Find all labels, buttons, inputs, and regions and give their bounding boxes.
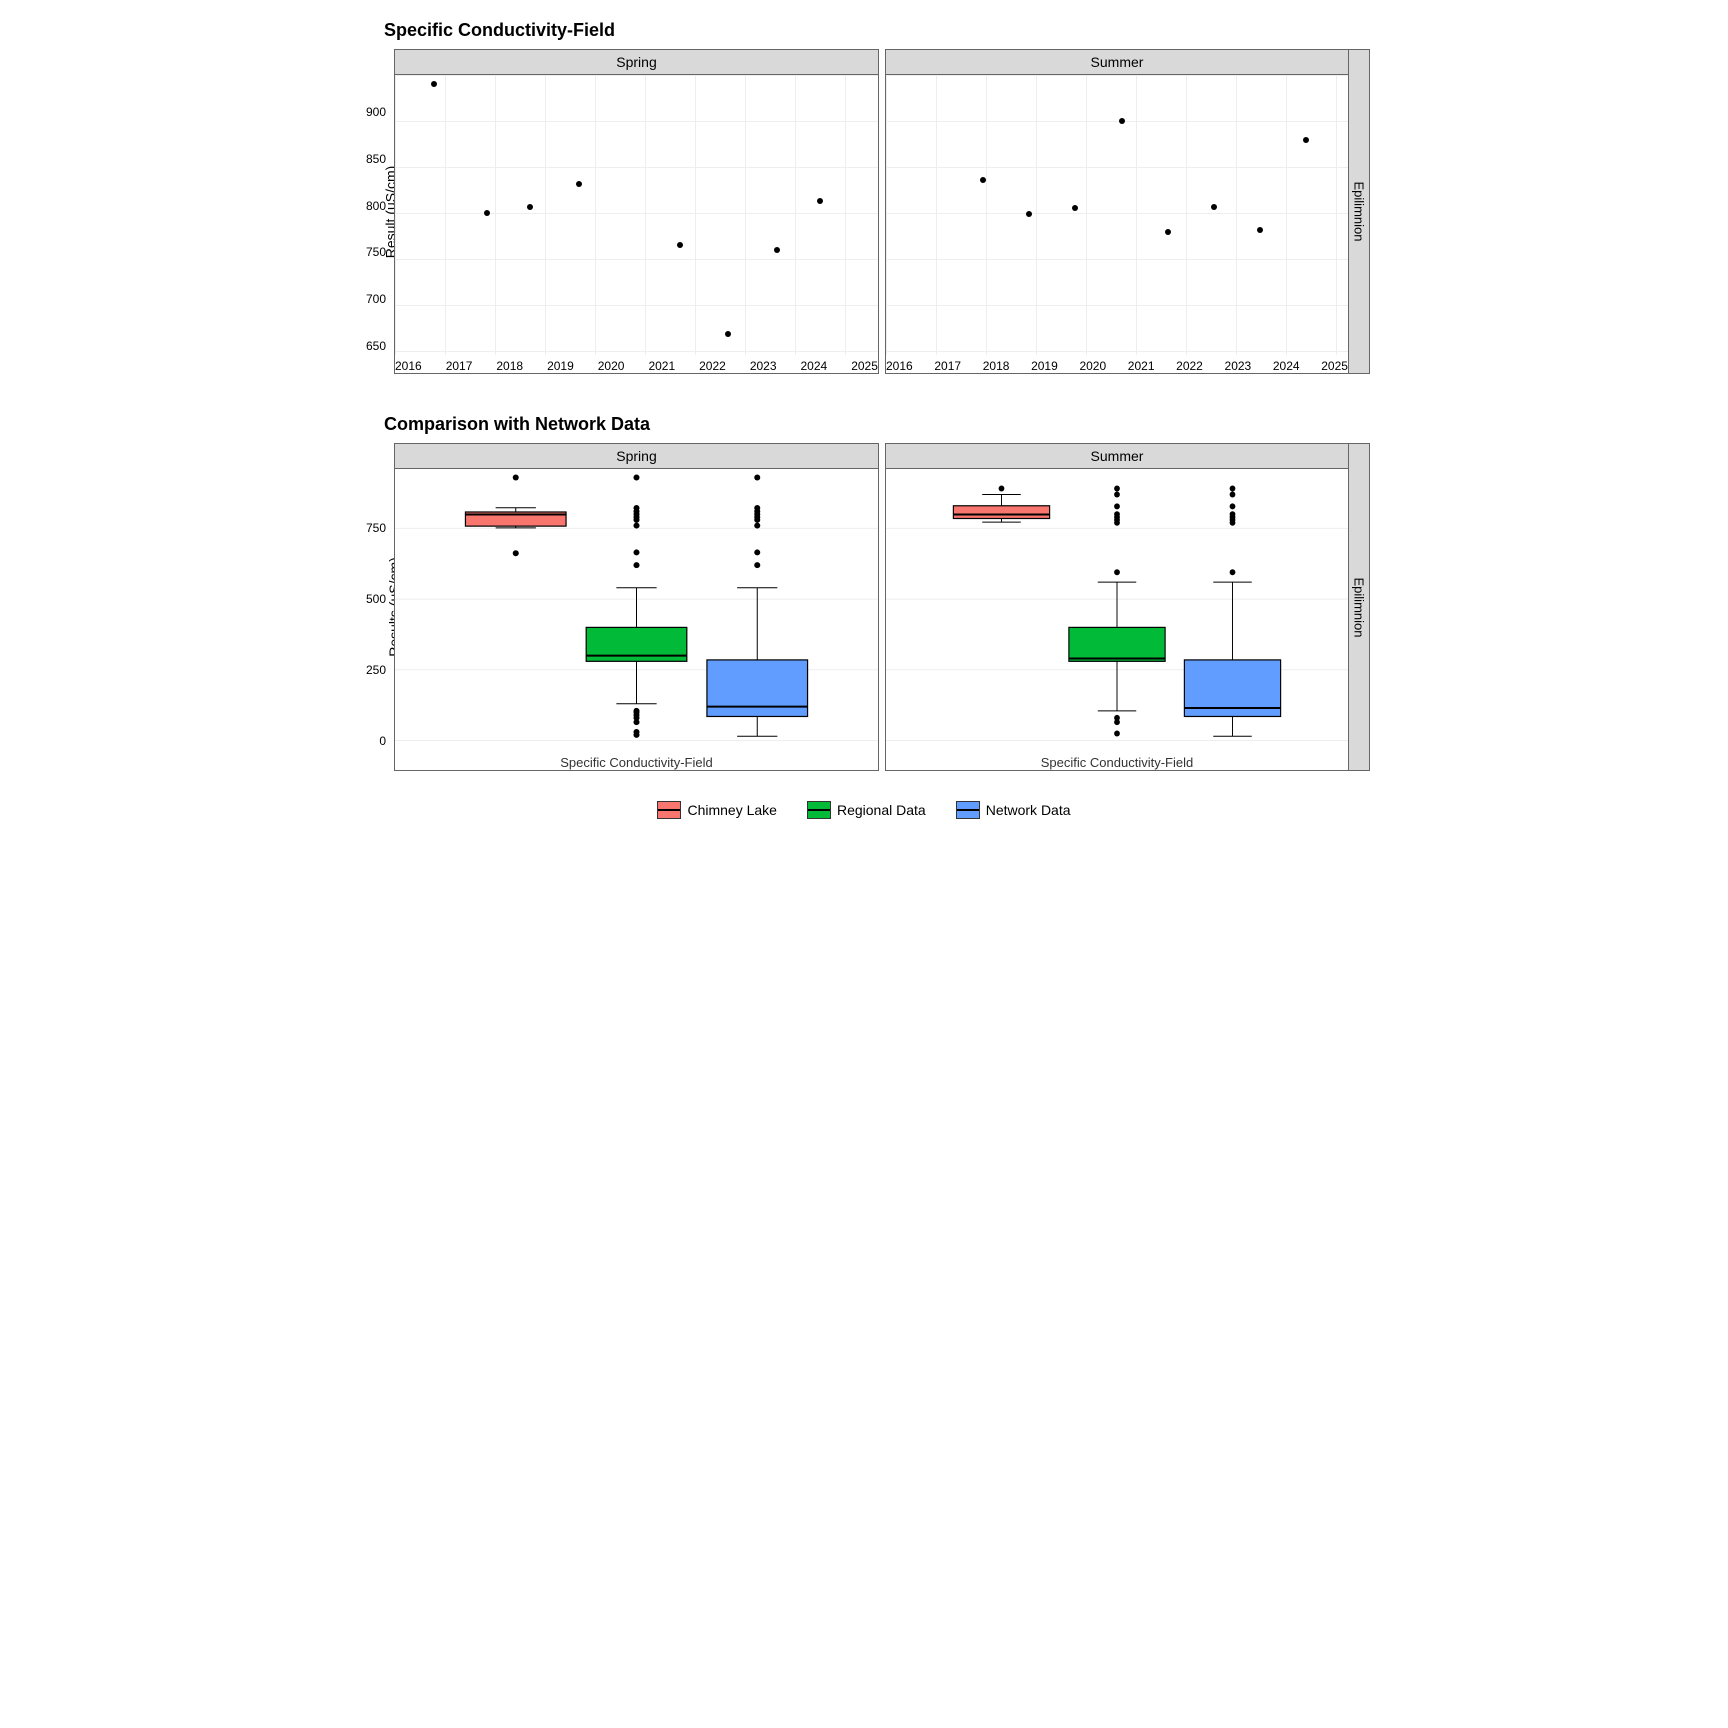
data-point [980, 177, 986, 183]
chart1-facet-summer: Summer2016201720182019202020212022202320… [885, 49, 1370, 374]
figure: Specific Conductivity-Field Result (uS/c… [334, 20, 1394, 819]
legend: Chimney Lake Regional Data Network Data [334, 801, 1394, 819]
x-category-label: Specific Conductivity-Field [886, 749, 1348, 770]
legend-item-network-data: Network Data [956, 801, 1071, 819]
chart2-facet-row: Spring0250500750Specific Conductivity-Fi… [394, 443, 1370, 771]
data-point [1211, 204, 1217, 210]
legend-item-regional-data: Regional Data [807, 801, 926, 819]
data-point [1257, 227, 1263, 233]
chart2-facet-spring: Spring0250500750Specific Conductivity-Fi… [394, 443, 879, 771]
x-category-label: Specific Conductivity-Field [395, 749, 878, 770]
data-point [677, 242, 683, 248]
plot-area: 650700750800850900 [395, 75, 878, 355]
data-point [774, 247, 780, 253]
chart2-facet-summer: Summer Specific Conductivity-FieldEpilimn… [885, 443, 1370, 771]
facet-header: Summer [886, 444, 1348, 469]
data-point [527, 204, 533, 210]
data-point [725, 331, 731, 337]
chart2-title: Comparison with Network Data [384, 414, 1394, 435]
facet-header: Spring [395, 444, 878, 469]
data-point [576, 181, 582, 187]
legend-item-chimney-lake: Chimney Lake [657, 801, 777, 819]
box-network-data [707, 660, 808, 717]
data-point [817, 198, 823, 204]
data-point [1119, 118, 1125, 124]
facet-strip-right: Epilimnion [1348, 444, 1369, 770]
plot-area: 0250500750 [395, 469, 878, 749]
chart1-facet-spring: Spring6507007508008509002016201720182019… [394, 49, 879, 374]
data-point [1026, 211, 1032, 217]
data-point [484, 210, 490, 216]
data-point [1165, 229, 1171, 235]
box-regional-data [1069, 627, 1165, 661]
box-chimney-lake [953, 506, 1049, 519]
plot-area [886, 75, 1348, 355]
facet-header: Spring [395, 50, 878, 75]
chart1-facet-row: Spring6507007508008509002016201720182019… [394, 49, 1370, 374]
chart1-title: Specific Conductivity-Field [384, 20, 1394, 41]
facet-header: Summer [886, 50, 1348, 75]
facet-strip-right: Epilimnion [1348, 50, 1369, 373]
data-point [1072, 205, 1078, 211]
data-point [431, 81, 437, 87]
data-point [1303, 137, 1309, 143]
plot-area [886, 469, 1348, 749]
